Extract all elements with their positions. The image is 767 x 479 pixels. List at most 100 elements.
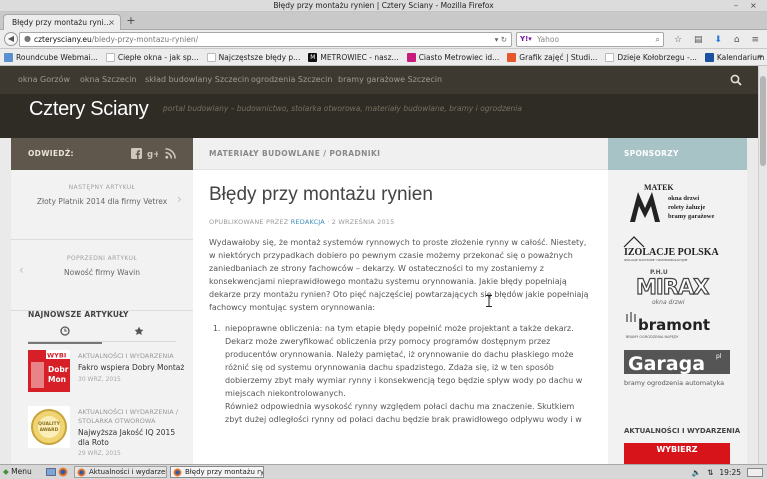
menu-icon[interactable]: ≡ (751, 35, 759, 45)
facebook-icon[interactable] (131, 148, 142, 159)
bookmark-favicon-icon (507, 52, 517, 62)
bookmarks-menu-icon[interactable]: ▤ (694, 35, 703, 45)
list-item[interactable]: WYBI Dobr Mon AKTUALNOŚCI I WYDARZENIA F… (28, 350, 188, 398)
site-nav-link[interactable]: skład budowlany Szczecin (145, 66, 249, 94)
sponsors-label: SPONSORZY (624, 149, 679, 158)
sponsor-line: BRAMY OGRODZENIA NAPĘDY (626, 335, 679, 339)
previous-post-kicker: POPRZEDNI ARTYKUŁ (66, 255, 138, 262)
bookmarks-toolbar: Roundcube Webmai... Ciepłe okna - jak sp… (0, 49, 767, 66)
previous-post-link[interactable]: POPRZEDNI ARTYKUŁ Nowość firmy Wavin ‹ (11, 241, 193, 311)
bookmark-item[interactable]: Roundcube Webmai... (4, 52, 98, 62)
sponsor-logo-mirax[interactable]: P.H.U MIRAX okna drzwi (622, 266, 732, 306)
bookmark-item[interactable]: Ciasto Metrowiec id... (406, 52, 500, 62)
post-thumbnail[interactable]: QUALITY AWARD (28, 406, 70, 448)
search-input[interactable]: Yahoo (537, 33, 559, 46)
tab-strip: Błędy przy montażu ryni... × + (0, 12, 767, 30)
rss-icon[interactable] (165, 148, 176, 159)
minimize-button[interactable]: – (734, 0, 738, 12)
close-window-button[interactable]: × (750, 0, 757, 12)
post-category[interactable]: AKTUALNOŚCI I WYDARZENIA (78, 352, 188, 361)
new-tab-button[interactable]: + (124, 14, 138, 28)
previous-post-title[interactable]: Nowość firmy Wavin (11, 268, 193, 277)
bookmark-item[interactable]: Dzieje Kołobrzegu -... (605, 52, 697, 62)
sponsor-line: okna drzwi (668, 195, 699, 202)
bookmark-star-icon[interactable]: ☆ (674, 35, 682, 45)
bookmark-item[interactable]: Ciepłe okna - jak sp... (105, 52, 199, 62)
tab-recent[interactable] (28, 326, 102, 344)
sponsor-logo-bramont[interactable]: bramont BRAMY OGRODZENIA NAPĘDY (622, 310, 732, 340)
back-button[interactable]: ◀ (4, 32, 18, 46)
sidebar-news-banner[interactable]: WYBIERZ (624, 443, 730, 464)
bookmark-page-icon (206, 52, 216, 62)
author-link[interactable]: REDAKCJA (291, 218, 325, 226)
page-title: Błędy przy montażu rynien (209, 184, 433, 205)
start-menu-button[interactable]: ◆ Menu (3, 466, 32, 478)
tab-close-icon[interactable]: × (108, 15, 115, 30)
site-title[interactable]: Cztery Sciany (29, 98, 149, 121)
meta-date: · 2 WRZEŚNIA 2015 (327, 218, 395, 226)
tab-current[interactable]: Błędy przy montażu ryni... × (3, 14, 121, 30)
sponsor-logo-izolacje[interactable]: IZOLACJE POLSKA IZOLACJE DACHOWE I WIATR… (622, 233, 732, 263)
sponsor-logo-garaga[interactable]: Garaga pl bramy ogrodzenia automatyka (622, 348, 732, 390)
volume-icon[interactable]: 🔈 (692, 468, 701, 477)
url-reload-icon[interactable]: ▾ ↻ (495, 33, 507, 46)
bookmark-item[interactable]: M METROWIEC - nasz... (308, 52, 399, 62)
bookmarks-overflow-icon[interactable]: » (757, 49, 763, 66)
next-post-title[interactable]: Złoty Platnik 2014 dla firmy Vetrex (11, 197, 193, 206)
os-taskbar: ◆ Menu Aktualności i wydarzenia |... Błę… (0, 464, 767, 479)
taskbar-task-active[interactable]: Błędy przy montażu rynie... (170, 466, 264, 478)
svg-text:g+: g+ (147, 150, 158, 159)
page-scrollbar[interactable] (758, 66, 767, 464)
url-host: czterysciany.eu (34, 35, 92, 44)
scrollbar-thumb[interactable] (760, 76, 766, 166)
post-meta: OPUBLIKOWANE PRZEZ REDAKCJA · 2 WRZEŚNIA… (209, 218, 394, 226)
firefox-launcher-icon[interactable] (58, 467, 68, 477)
bookmark-favicon-icon (406, 52, 416, 62)
site-nav-link[interactable]: okna Gorzów (18, 66, 70, 94)
site-search-icon[interactable] (730, 74, 742, 86)
list-item: niepoprawne obliczenia: na tym etapie bł… (223, 322, 593, 426)
search-engine-icon[interactable]: Y!▾ (520, 33, 532, 46)
right-sidebar: SPONSORZY MATEK okna drzwi rolety żaluzj… (608, 138, 747, 464)
home-icon[interactable]: ⌂ (734, 35, 740, 45)
bookmark-label: Ciasto Metrowiec id... (418, 52, 500, 62)
post-title-link[interactable]: Fakro wspiera Dobry Montaż (78, 363, 188, 373)
breadcrumb[interactable]: MATERIAŁY BUDOWLANE / PORADNIKI (209, 138, 380, 170)
chevron-left-icon[interactable]: ‹ (19, 263, 24, 277)
sponsor-name: MIRAX (636, 275, 709, 299)
search-bar[interactable]: Y!▾ Yahoo ⌕ (516, 32, 664, 47)
bookmark-item[interactable]: Grafik zajęć | Studi... (507, 52, 597, 62)
page-viewport: okna Gorzów okna Szczecin skład budowlan… (0, 66, 758, 464)
google-plus-icon[interactable]: g+ (147, 148, 158, 159)
firefox-task-icon (77, 468, 86, 477)
site-nav-link[interactable]: okna Szczecin (80, 66, 137, 94)
sponsor-logo-matek[interactable]: MATEK okna drzwi rolety żaluzje bramy ga… (622, 182, 732, 226)
show-desktop-icon[interactable] (46, 467, 56, 477)
search-go-icon[interactable]: ⌕ (656, 33, 660, 46)
bookmark-page-icon (105, 52, 115, 62)
list-item[interactable]: QUALITY AWARD AKTUALNOŚCI I WYDARZENIA /… (28, 406, 188, 457)
workspace-icon[interactable] (747, 468, 763, 477)
site-nav-link[interactable]: ogrodzenia Szczecin (251, 66, 332, 94)
network-icon[interactable]: ⇅ (707, 468, 713, 477)
site-identity-icon[interactable]: ● (24, 34, 31, 43)
bookmark-item[interactable]: Najczęstsze błędy p... (206, 52, 300, 62)
site-nav-link[interactable]: bramy garażowe Szczecin (338, 66, 442, 94)
post-category[interactable]: AKTUALNOŚCI I WYDARZENIA / STOLARKA OTWO… (78, 408, 188, 426)
downloads-icon[interactable]: ⬇ (714, 35, 722, 45)
svg-text:QUALITY: QUALITY (38, 421, 60, 427)
site-tagline: portal budowlany – budownictwo, stolarka… (163, 104, 522, 113)
svg-text:WYBI: WYBI (47, 352, 66, 360)
site-navigation: okna Gorzów okna Szczecin skład budowlan… (0, 66, 758, 94)
taskbar-task[interactable]: Aktualności i wydarzenia |... (74, 466, 167, 478)
clock[interactable]: 19:25 (719, 468, 741, 477)
list-item-text: Również odpowiednia wysokość rynny wzglę… (225, 402, 582, 424)
url-text[interactable]: czterysciany.eu/bledy-przy-montazu-rynie… (34, 33, 198, 46)
post-thumbnail[interactable]: WYBI Dobr Mon (28, 350, 70, 392)
chevron-right-icon[interactable]: › (177, 192, 182, 206)
next-post-link[interactable]: NASTĘPNY ARTYKUŁ Złoty Platnik 2014 dla … (11, 170, 193, 240)
url-bar[interactable]: ● czterysciany.eu/bledy-przy-montazu-ryn… (19, 32, 512, 47)
post-title-link[interactable]: Najwyższa Jakość IQ 2015 dla Roto (78, 428, 188, 448)
tab-popular[interactable] (102, 326, 176, 340)
sponsor-suffix: pl (716, 353, 722, 360)
